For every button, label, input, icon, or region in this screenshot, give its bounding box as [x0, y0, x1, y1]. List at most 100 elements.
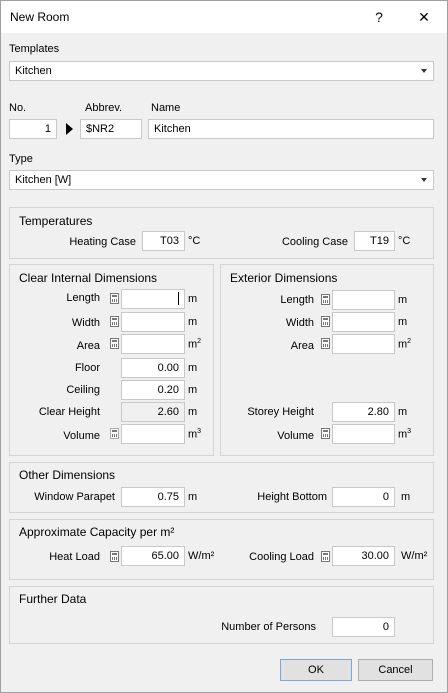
other-dimensions-group: Other Dimensions Window Parapet 0.75 m H… — [9, 462, 434, 513]
ceiling-input[interactable]: 0.20 — [121, 380, 185, 400]
internal-width-input[interactable] — [121, 312, 185, 332]
calculator-icon[interactable] — [110, 316, 119, 327]
calculator-icon[interactable] — [110, 551, 119, 562]
exterior-area-input[interactable] — [332, 334, 395, 354]
window-parapet-label: Window Parapet — [34, 491, 115, 503]
chevron-down-icon — [421, 69, 427, 73]
internal-volume-label: Volume — [63, 430, 100, 442]
heating-case-label: Heating Case — [69, 236, 136, 248]
abbrev-input[interactable]: $NR2 — [80, 119, 142, 139]
height-bottom-label: Height Bottom — [257, 491, 327, 503]
calculator-icon[interactable] — [321, 338, 330, 349]
templates-label: Templates — [9, 43, 60, 55]
clear-height-value: 2.60 — [121, 402, 185, 422]
exterior-area-unit: m2 — [398, 338, 412, 351]
exterior-width-label: Width — [285, 317, 314, 329]
internal-length-unit: m — [188, 293, 198, 305]
cooling-case-label: Cooling Case — [281, 236, 348, 248]
capacity-title: Approximate Capacity per m² — [19, 525, 175, 539]
storey-height-unit: m — [398, 406, 408, 418]
templates-value: Kitchen — [15, 65, 52, 77]
internal-width-unit: m — [188, 316, 198, 328]
exterior-length-input[interactable] — [332, 290, 395, 310]
dialog-title: New Room — [10, 10, 70, 24]
internal-area-unit: m2 — [188, 338, 202, 351]
heating-case-input[interactable]: T03 — [142, 231, 185, 251]
exterior-width-unit: m — [398, 316, 408, 328]
exterior-length-label: Length — [280, 294, 314, 306]
no-label: No. — [9, 102, 27, 114]
calculator-icon[interactable] — [110, 293, 119, 304]
type-label: Type — [9, 153, 33, 165]
ceiling-unit: m — [188, 384, 198, 396]
storey-height-input[interactable]: 2.80 — [332, 402, 395, 422]
number-of-persons-label: Number of Persons — [221, 621, 316, 633]
cooling-load-unit: W/m² — [401, 550, 428, 562]
heat-load-unit: W/m² — [188, 550, 215, 562]
calculator-icon[interactable] — [321, 428, 330, 439]
internal-width-label: Width — [71, 317, 100, 329]
exterior-group: Exterior Dimensions Length m Width m Are… — [220, 264, 434, 456]
type-value: Kitchen [W] — [15, 174, 72, 186]
floor-unit: m — [188, 362, 198, 374]
height-bottom-unit: m — [401, 491, 411, 503]
cancel-button[interactable]: Cancel — [358, 659, 433, 681]
name-input[interactable]: Kitchen — [148, 119, 434, 139]
calculator-icon[interactable] — [321, 551, 330, 562]
cooling-case-unit: °C — [398, 235, 411, 247]
internal-length-label: Length — [66, 292, 100, 304]
exterior-length-unit: m — [398, 294, 408, 306]
exterior-area-label: Area — [290, 340, 314, 352]
other-dimensions-title: Other Dimensions — [19, 468, 116, 482]
no-input[interactable]: 1 — [9, 119, 57, 139]
calculator-icon — [110, 428, 119, 439]
title-bar: New Room ? ✕ — [1, 1, 447, 33]
height-bottom-input[interactable]: 0 — [332, 487, 395, 507]
heating-case-unit: °C — [188, 235, 201, 247]
help-button[interactable]: ? — [364, 5, 394, 29]
type-combo[interactable]: Kitchen [W] — [9, 170, 434, 190]
floor-label: Floor — [74, 362, 100, 374]
abbrev-label: Abbrev. — [85, 102, 123, 114]
text-caret — [178, 292, 179, 305]
internal-area-input[interactable] — [121, 334, 185, 354]
internal-area-label: Area — [76, 340, 100, 352]
new-room-dialog: New Room ? ✕ Templates Kitchen No. Abbre… — [0, 0, 448, 693]
further-data-group: Further Data Number of Persons 0 — [9, 586, 434, 644]
cooling-case-input[interactable]: T19 — [354, 231, 395, 251]
name-label: Name — [151, 102, 181, 114]
calculator-icon[interactable] — [321, 316, 330, 327]
templates-combo[interactable]: Kitchen — [9, 61, 434, 81]
exterior-width-input[interactable] — [332, 312, 395, 332]
window-parapet-unit: m — [188, 491, 198, 503]
calculator-icon[interactable] — [321, 294, 330, 305]
capacity-group: Approximate Capacity per m² Heat Load 65… — [9, 519, 434, 580]
chevron-down-icon — [421, 178, 427, 182]
cooling-load-label: Cooling Load — [249, 551, 314, 563]
internal-length-input[interactable] — [121, 289, 185, 309]
storey-height-label: Storey Height — [247, 406, 314, 418]
internal-volume-input[interactable] — [121, 424, 185, 444]
exterior-volume-input[interactable] — [332, 424, 395, 444]
cooling-load-input[interactable]: 30.00 — [332, 546, 395, 566]
internal-volume-unit: m3 — [188, 428, 202, 441]
calculator-icon[interactable] — [110, 338, 119, 349]
exterior-volume-label: Volume — [277, 430, 314, 442]
number-of-persons-input[interactable]: 0 — [332, 617, 395, 637]
clear-internal-title: Clear Internal Dimensions — [19, 271, 158, 285]
exterior-volume-unit: m3 — [398, 428, 412, 441]
heat-load-input[interactable]: 65.00 — [121, 546, 185, 566]
temperatures-group: Temperatures Heating Case T03 °C Cooling… — [9, 207, 434, 259]
further-data-title: Further Data — [19, 592, 87, 606]
clear-height-unit: m — [188, 406, 198, 418]
heat-load-label: Heat Load — [49, 551, 100, 563]
close-button[interactable]: ✕ — [409, 5, 439, 29]
play-arrow-icon[interactable] — [66, 123, 73, 135]
clear-internal-group: Clear Internal Dimensions Length m Width… — [9, 264, 214, 456]
temperatures-title: Temperatures — [19, 214, 93, 228]
floor-input[interactable]: 0.00 — [121, 358, 185, 378]
window-parapet-input[interactable]: 0.75 — [121, 487, 185, 507]
ceiling-label: Ceiling — [66, 384, 100, 396]
exterior-title: Exterior Dimensions — [230, 271, 338, 285]
ok-button[interactable]: OK — [280, 659, 352, 681]
